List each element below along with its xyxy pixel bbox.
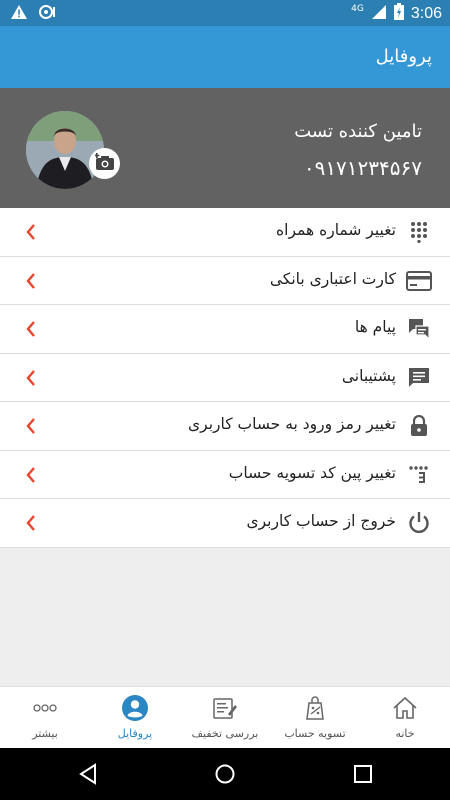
- avatar[interactable]: [26, 111, 104, 189]
- user-name: تامین کننده تست: [294, 121, 422, 142]
- menu-item-logout[interactable]: خروج از حساب کاربری: [0, 499, 450, 548]
- chevron-left-icon: [24, 417, 38, 435]
- home-icon: [391, 695, 419, 721]
- menu-item-label: تغییر پین کد تسویه حساب: [228, 463, 396, 482]
- bottom-navigation: خانه تسویه حساب بررسی تخفیف پروفایل بیشت…: [0, 686, 450, 748]
- tab-label: بررسی تخفیف: [191, 727, 259, 740]
- system-navigation-bar: [0, 748, 450, 800]
- back-icon[interactable]: [76, 762, 100, 786]
- battery-icon: [393, 3, 404, 24]
- signal-icon: [371, 4, 387, 24]
- profile-header: تامین کننده تست ۰۹۱۷۱۲۳۴۵۶۷: [0, 88, 450, 208]
- chevron-left-icon: [24, 466, 38, 484]
- tab-home[interactable]: خانه: [360, 687, 450, 749]
- menu-item-change-pin[interactable]: تغییر پین کد تسویه حساب: [0, 450, 450, 499]
- menu-item-support[interactable]: پشتیبانی: [0, 353, 450, 402]
- lock-icon: [406, 414, 432, 438]
- tab-label: بیشتر: [32, 727, 58, 740]
- tab-settlement[interactable]: تسویه حساب: [270, 687, 360, 749]
- menu-item-label: پشتیبانی: [341, 366, 396, 385]
- menu-item-change-phone[interactable]: تغییر شماره همراه: [0, 208, 450, 257]
- recents-square-icon[interactable]: [351, 762, 375, 786]
- messages-icon: [406, 317, 432, 341]
- menu-item-change-password[interactable]: تغییر رمز ورود به حساب کاربری: [0, 402, 450, 451]
- chevron-left-icon: [24, 272, 38, 290]
- dialpad-icon: [406, 220, 432, 244]
- chevron-left-icon: [24, 514, 38, 532]
- menu-item-label: خروج از حساب کاربری: [246, 512, 396, 530]
- page-title: پروفایل: [375, 46, 432, 67]
- home-circle-icon[interactable]: [213, 762, 237, 786]
- user-phone: ۰۹۱۷۱۲۳۴۵۶۷: [303, 156, 422, 180]
- profile-menu: تغییر شماره همراه کارت اعتباری بانکی پیا…: [0, 208, 450, 548]
- chevron-left-icon: [24, 369, 38, 387]
- profile-icon: [121, 695, 149, 721]
- camera-add-icon: [93, 152, 115, 175]
- clock: 3:06: [410, 4, 442, 22]
- menu-item-label: پیام ها: [354, 318, 396, 336]
- tab-label: پروفایل: [117, 727, 153, 740]
- chevron-left-icon: [24, 320, 38, 338]
- tab-label: خانه: [395, 727, 415, 740]
- menu-item-messages[interactable]: پیام ها: [0, 305, 450, 354]
- more-icon: [31, 695, 59, 721]
- status-bar: 4G 3:06: [0, 0, 450, 26]
- credit-card-icon: [406, 269, 432, 293]
- tab-profile[interactable]: پروفایل: [90, 687, 180, 749]
- tab-label: تسویه حساب: [284, 727, 346, 740]
- sync-notification-icon: [38, 4, 58, 24]
- tab-discount-check[interactable]: بررسی تخفیف: [180, 687, 270, 749]
- menu-item-label: تغییر رمز ورود به حساب کاربری: [188, 415, 396, 433]
- power-icon: [406, 511, 432, 535]
- warning-icon: [10, 4, 28, 24]
- discount-check-icon: [211, 695, 239, 721]
- menu-item-label: تغییر شماره همراه: [276, 221, 396, 239]
- support-chat-icon: [406, 366, 432, 390]
- pin-keypad-icon: [406, 463, 432, 487]
- menu-item-bank-card[interactable]: کارت اعتباری بانکی: [0, 256, 450, 305]
- menu-item-label: کارت اعتباری بانکی: [269, 269, 396, 288]
- tab-more[interactable]: بیشتر: [0, 687, 90, 749]
- app-bar: پروفایل: [0, 26, 450, 88]
- change-photo-button[interactable]: [89, 148, 120, 179]
- chevron-left-icon: [24, 223, 38, 241]
- network-type-label: 4G: [351, 3, 364, 14]
- settlement-icon: [301, 695, 329, 721]
